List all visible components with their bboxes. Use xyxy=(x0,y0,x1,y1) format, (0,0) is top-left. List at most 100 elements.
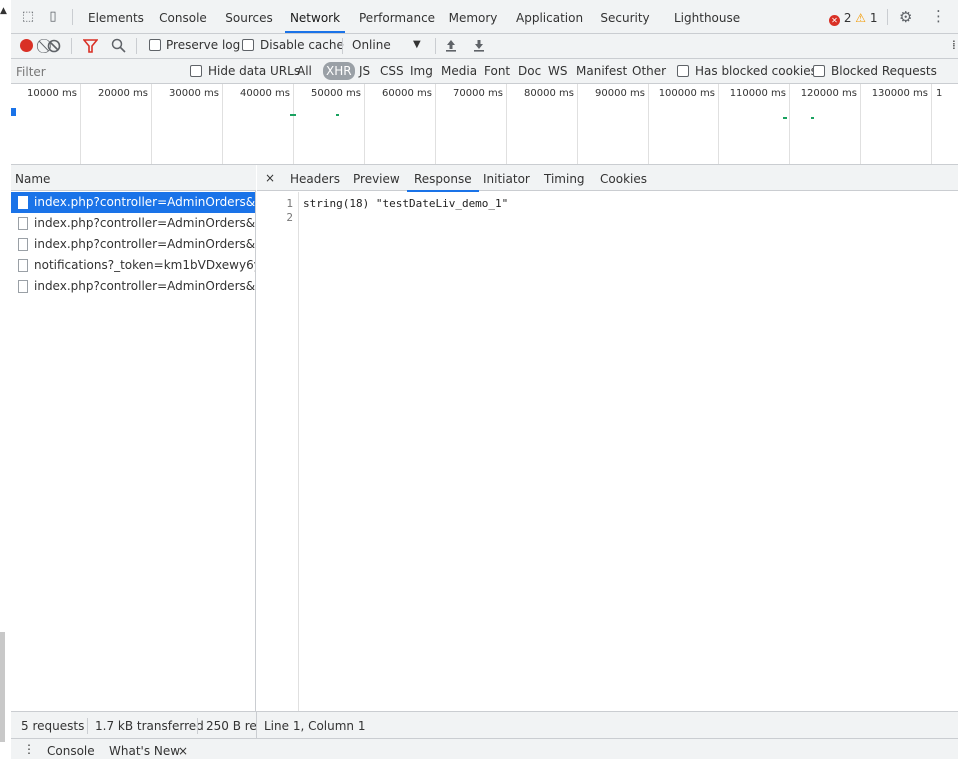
filter-type-js[interactable]: JS xyxy=(359,64,370,78)
resources-size: 250 B res xyxy=(206,719,256,733)
tab-lighthouse[interactable]: Lighthouse xyxy=(674,0,740,33)
close-icon[interactable]: × xyxy=(178,744,188,758)
filter-type-font[interactable]: Font xyxy=(484,64,510,78)
tab-network[interactable]: Network xyxy=(285,0,345,33)
request-name: index.php?controller=AdminOrders&to... xyxy=(34,279,255,293)
filter-icon[interactable] xyxy=(83,39,98,53)
import-har-icon[interactable] xyxy=(445,38,457,53)
filter-bar: Hide data URLs All XHR JS CSS Img Media … xyxy=(11,59,958,84)
request-row[interactable]: notifications?_token=km1bVDxewy6y-... xyxy=(11,255,255,276)
error-icon: ✕ xyxy=(829,15,840,26)
tab-headers[interactable]: Headers xyxy=(290,165,340,191)
tab-initiator[interactable]: Initiator xyxy=(483,165,530,191)
gear-icon[interactable]: ⚙ xyxy=(899,8,912,26)
issues-badge[interactable]: ✕ 2 ⚠ 1 xyxy=(829,11,878,26)
warning-count: 1 xyxy=(869,11,878,25)
divider xyxy=(72,9,73,25)
divider xyxy=(197,718,198,734)
filter-type-img[interactable]: Img xyxy=(410,64,433,78)
request-name: index.php?controller=AdminOrders&to... xyxy=(34,216,255,230)
tab-performance[interactable]: Performance xyxy=(359,0,435,33)
response-code-line[interactable]: string(18) "testDateLiv_demo_1" xyxy=(303,197,508,210)
devtools-tabbar: ⬚ ▯ Elements Console Sources Network Per… xyxy=(11,0,958,34)
more-toolbar-icon[interactable]: ⁞ xyxy=(952,38,956,52)
device-toolbar-icon[interactable]: ▯ xyxy=(45,9,61,25)
chevron-down-icon[interactable]: ▼ xyxy=(413,39,421,50)
divider xyxy=(136,38,137,54)
filter-type-media[interactable]: Media xyxy=(441,64,477,78)
record-icon[interactable] xyxy=(20,39,33,52)
disable-cache-checkbox[interactable] xyxy=(242,39,254,51)
tick-label: 20000 ms xyxy=(98,88,148,99)
blocked-requests-label: Blocked Requests xyxy=(831,64,937,78)
request-row[interactable]: index.php?controller=AdminOrders&to... xyxy=(11,192,255,213)
tab-application[interactable]: Application xyxy=(516,0,583,33)
close-icon[interactable]: × xyxy=(265,165,275,191)
throttling-select[interactable]: Online xyxy=(352,38,391,52)
tab-memory[interactable]: Memory xyxy=(448,0,498,33)
request-detail-pane: × Headers Preview Response Initiator Tim… xyxy=(257,165,958,711)
clear-icon-svg[interactable] xyxy=(47,39,61,53)
tab-timing[interactable]: Timing xyxy=(544,165,585,191)
search-icon[interactable] xyxy=(111,38,126,53)
tab-console[interactable]: Console xyxy=(158,0,208,33)
name-column-header[interactable]: Name xyxy=(11,165,256,191)
document-icon xyxy=(18,259,28,272)
tick-label: 130000 ms xyxy=(871,88,928,99)
request-row[interactable]: index.php?controller=AdminOrders&to... xyxy=(11,276,255,297)
request-row[interactable]: index.php?controller=AdminOrders&to... xyxy=(11,234,255,255)
filter-type-all[interactable]: All xyxy=(297,64,312,78)
tick-label: 30000 ms xyxy=(169,88,219,99)
has-blocked-cookies-checkbox[interactable] xyxy=(677,65,689,77)
tab-response[interactable]: Response xyxy=(407,165,479,192)
kebab-menu-icon[interactable]: ⋮ xyxy=(931,7,946,25)
filter-type-doc[interactable]: Doc xyxy=(518,64,541,78)
request-name: index.php?controller=AdminOrders&to... xyxy=(34,195,255,209)
tab-elements[interactable]: Elements xyxy=(88,0,144,33)
tab-security[interactable]: Security xyxy=(600,0,650,33)
network-toolbar: ⃠ Preserve log Disable cache Online ▼ ⁞ xyxy=(11,34,958,59)
request-bar xyxy=(11,108,16,116)
filter-type-xhr[interactable]: XHR xyxy=(323,62,355,80)
tab-preview[interactable]: Preview xyxy=(353,165,400,191)
blocked-requests-checkbox[interactable] xyxy=(813,65,825,77)
request-row[interactable]: index.php?controller=AdminOrders&to... xyxy=(11,213,255,234)
tick-label: 1 xyxy=(936,88,943,99)
caret-up-icon: ▲ xyxy=(0,6,7,16)
request-name: index.php?controller=AdminOrders&to... xyxy=(34,237,255,251)
filter-type-other[interactable]: Other xyxy=(632,64,666,78)
filter-type-css[interactable]: CSS xyxy=(380,64,404,78)
tick-label: 120000 ms xyxy=(800,88,857,99)
divider xyxy=(87,718,88,734)
request-bar xyxy=(290,114,296,116)
request-bar xyxy=(336,114,339,116)
tab-cookies[interactable]: Cookies xyxy=(600,165,647,191)
filter-input[interactable] xyxy=(13,62,176,81)
request-name: notifications?_token=km1bVDxewy6y-... xyxy=(34,258,255,272)
request-bar xyxy=(811,117,814,119)
hide-data-urls-checkbox[interactable] xyxy=(190,65,202,77)
left-gutter: ▲ xyxy=(0,0,11,759)
request-list: Name index.php?controller=AdminOrders&to… xyxy=(11,165,256,711)
network-overview[interactable]: 10000 ms 20000 ms 30000 ms 40000 ms 5000… xyxy=(11,84,958,165)
drawer-menu-icon[interactable]: ⋮ xyxy=(23,742,35,756)
hide-data-urls-label: Hide data URLs xyxy=(208,64,301,78)
cursor-position: Line 1, Column 1 xyxy=(264,719,366,733)
tab-sources[interactable]: Sources xyxy=(224,0,274,33)
scrollbar[interactable] xyxy=(0,632,5,742)
drawer-tab-console[interactable]: Console xyxy=(47,744,95,758)
document-icon xyxy=(18,238,28,251)
tick-label: 110000 ms xyxy=(729,88,786,99)
drawer-tab-whats-new[interactable]: What's New xyxy=(109,744,180,758)
preserve-log-checkbox[interactable] xyxy=(149,39,161,51)
divider xyxy=(71,38,72,54)
tick-label: 90000 ms xyxy=(595,88,645,99)
filter-type-ws[interactable]: WS xyxy=(548,64,567,78)
filter-type-manifest[interactable]: Manifest xyxy=(576,64,627,78)
inspect-element-icon[interactable]: ⬚ xyxy=(20,9,36,25)
document-icon xyxy=(18,217,28,230)
preserve-log-label: Preserve log xyxy=(166,38,241,52)
export-har-icon[interactable] xyxy=(473,38,485,53)
gridline xyxy=(931,84,932,164)
drawer-tabbar: ⋮ Console What's New × xyxy=(11,738,958,759)
